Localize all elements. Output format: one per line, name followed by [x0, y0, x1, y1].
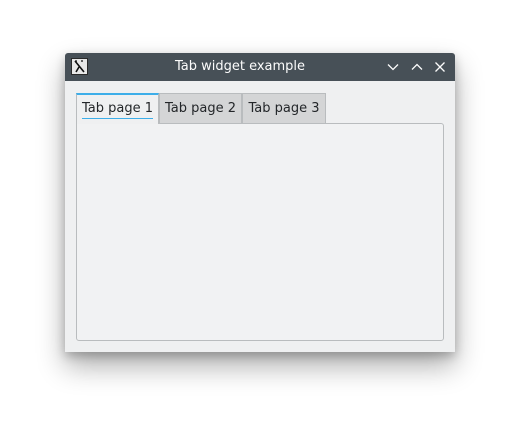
tab-content-panel — [76, 123, 444, 341]
close-icon — [435, 62, 445, 72]
tab-page-2[interactable]: Tab page 2 — [159, 93, 242, 123]
chevron-up-icon — [411, 63, 423, 70]
window-title: Tab widget example — [174, 59, 306, 74]
application-window: Tab widget example Tab page 1 Tab page 2… — [65, 53, 455, 352]
x-letter-app-icon[interactable] — [71, 58, 88, 75]
close-button[interactable] — [432, 59, 448, 75]
maximize-button[interactable] — [409, 59, 425, 75]
tab-label: Tab page 3 — [248, 101, 320, 116]
tab-label: Tab page 1 — [81, 95, 154, 122]
tab-label: Tab page 2 — [164, 101, 236, 116]
desktop: Tab widget example Tab page 1 Tab page 2… — [0, 0, 520, 429]
tab-page-3[interactable]: Tab page 3 — [242, 93, 326, 123]
chevron-down-icon — [387, 64, 399, 71]
tab-page-1[interactable]: Tab page 1 — [76, 93, 159, 124]
tab-widget: Tab page 1 Tab page 2 Tab page 3 — [76, 93, 444, 341]
minimize-button[interactable] — [385, 59, 401, 75]
tab-bar: Tab page 1 Tab page 2 Tab page 3 — [76, 93, 444, 124]
title-bar[interactable]: Tab widget example — [65, 53, 455, 81]
